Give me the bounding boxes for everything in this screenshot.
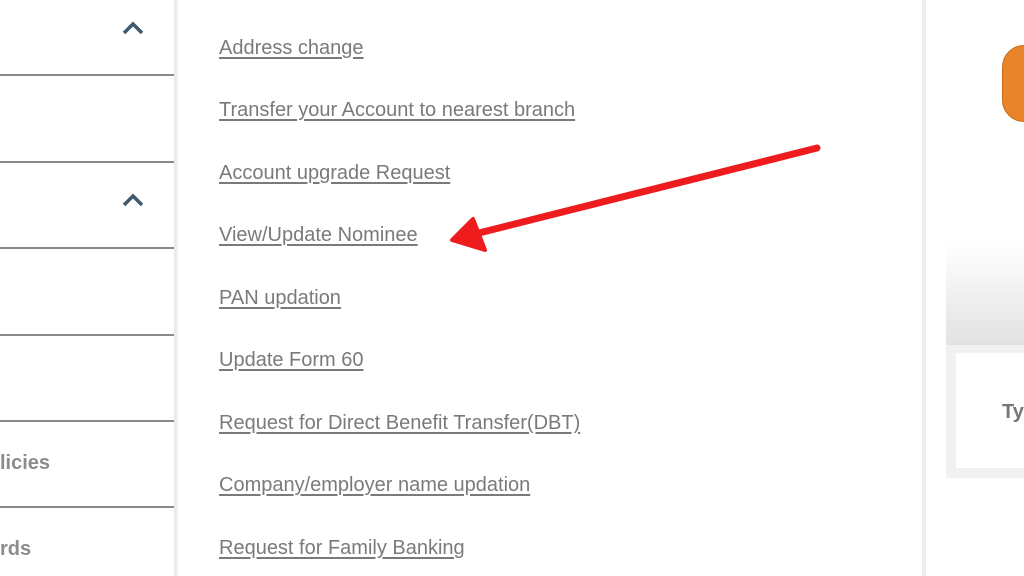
red-arrow-annotation [450,144,821,252]
arrow-shaft [471,144,821,238]
arrow-head [450,217,487,252]
